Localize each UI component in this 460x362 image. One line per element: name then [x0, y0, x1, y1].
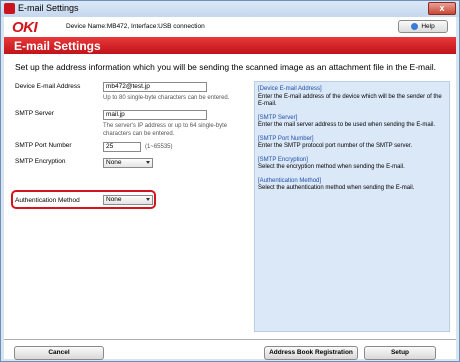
help-body: Select the encryption method when sendin…	[258, 164, 405, 170]
window-title: E-mail Settings	[18, 3, 79, 13]
authentication-method-select[interactable]: None	[103, 195, 153, 205]
page-title: E-mail Settings	[14, 39, 101, 53]
close-button[interactable]: x	[428, 2, 456, 15]
window-frame: E-mail Settings x OKI Device Name:MB472,…	[0, 0, 460, 362]
client-area: OKI Device Name:MB472, Interface:USB con…	[4, 17, 456, 360]
chevron-down-icon	[146, 161, 150, 164]
device-email-hint: Up to 80 single-byte characters can be e…	[103, 95, 230, 101]
device-email-label: Device E-mail Address	[15, 83, 81, 90]
form-panel: Device E-mail Address mb472@test.jp Up t…	[11, 80, 245, 280]
authentication-method-label: Authentication Method	[15, 197, 80, 204]
device-email-input[interactable]: mb472@test.jp	[103, 82, 207, 92]
help-heading: [Device E-mail Address]	[258, 86, 322, 92]
help-section: [Authentication Method] Select the authe…	[258, 178, 446, 193]
header: OKI Device Name:MB472, Interface:USB con…	[4, 17, 456, 37]
help-section: [SMTP Port Number] Enter the SMTP protoc…	[258, 136, 446, 151]
cancel-button[interactable]: Cancel	[14, 346, 104, 360]
help-body: Select the authentication method when se…	[258, 185, 415, 191]
smtp-server-label: SMTP Server	[15, 110, 54, 117]
smtp-port-label: SMTP Port Number	[15, 142, 72, 149]
help-body: Enter the E-mail address of the device w…	[258, 93, 442, 108]
chevron-down-icon	[146, 198, 150, 201]
help-button-label: Help	[421, 23, 435, 30]
device-info: Device Name:MB472, Interface:USB connect…	[66, 23, 205, 30]
smtp-server-hint-1: The server's IP address or up to 64 sing…	[103, 123, 228, 129]
authentication-method-value: None	[106, 196, 122, 203]
footer-divider	[4, 339, 456, 340]
smtp-encryption-label: SMTP Encryption	[15, 158, 66, 165]
setup-button[interactable]: Setup	[364, 346, 436, 360]
smtp-server-hint-2: characters can be entered.	[103, 131, 175, 137]
page-subtitle: Set up the address information which you…	[15, 62, 436, 72]
app-icon	[4, 3, 15, 14]
help-heading: [SMTP Encryption]	[258, 156, 308, 163]
help-heading: [SMTP Port Number]	[258, 135, 314, 142]
help-body: Enter the SMTP protocol port number of t…	[258, 143, 413, 149]
page-banner: E-mail Settings	[4, 37, 456, 54]
smtp-port-range: (1~65535)	[145, 144, 173, 150]
help-icon	[411, 22, 419, 30]
oki-logo: OKI	[12, 19, 38, 36]
help-body: Enter the mail server address to be used…	[258, 122, 436, 128]
address-book-registration-button[interactable]: Address Book Registration	[264, 346, 358, 360]
help-description-panel: [Device E-mail Address] Enter the E-mail…	[254, 81, 450, 332]
help-heading: [Authentication Method]	[258, 177, 322, 184]
smtp-server-input[interactable]: mail.jp	[103, 110, 207, 120]
help-heading: [SMTP Server]	[258, 114, 298, 121]
smtp-encryption-select[interactable]: None	[103, 158, 153, 168]
help-section: [Device E-mail Address] Enter the E-mail…	[258, 86, 446, 109]
help-button[interactable]: Help	[398, 20, 448, 33]
help-section: [SMTP Encryption] Select the encryption …	[258, 157, 446, 172]
help-section: [SMTP Server] Enter the mail server addr…	[258, 115, 446, 130]
smtp-encryption-value: None	[106, 159, 122, 166]
smtp-port-input[interactable]: 25	[103, 142, 141, 152]
title-bar[interactable]: E-mail Settings x	[1, 1, 459, 17]
